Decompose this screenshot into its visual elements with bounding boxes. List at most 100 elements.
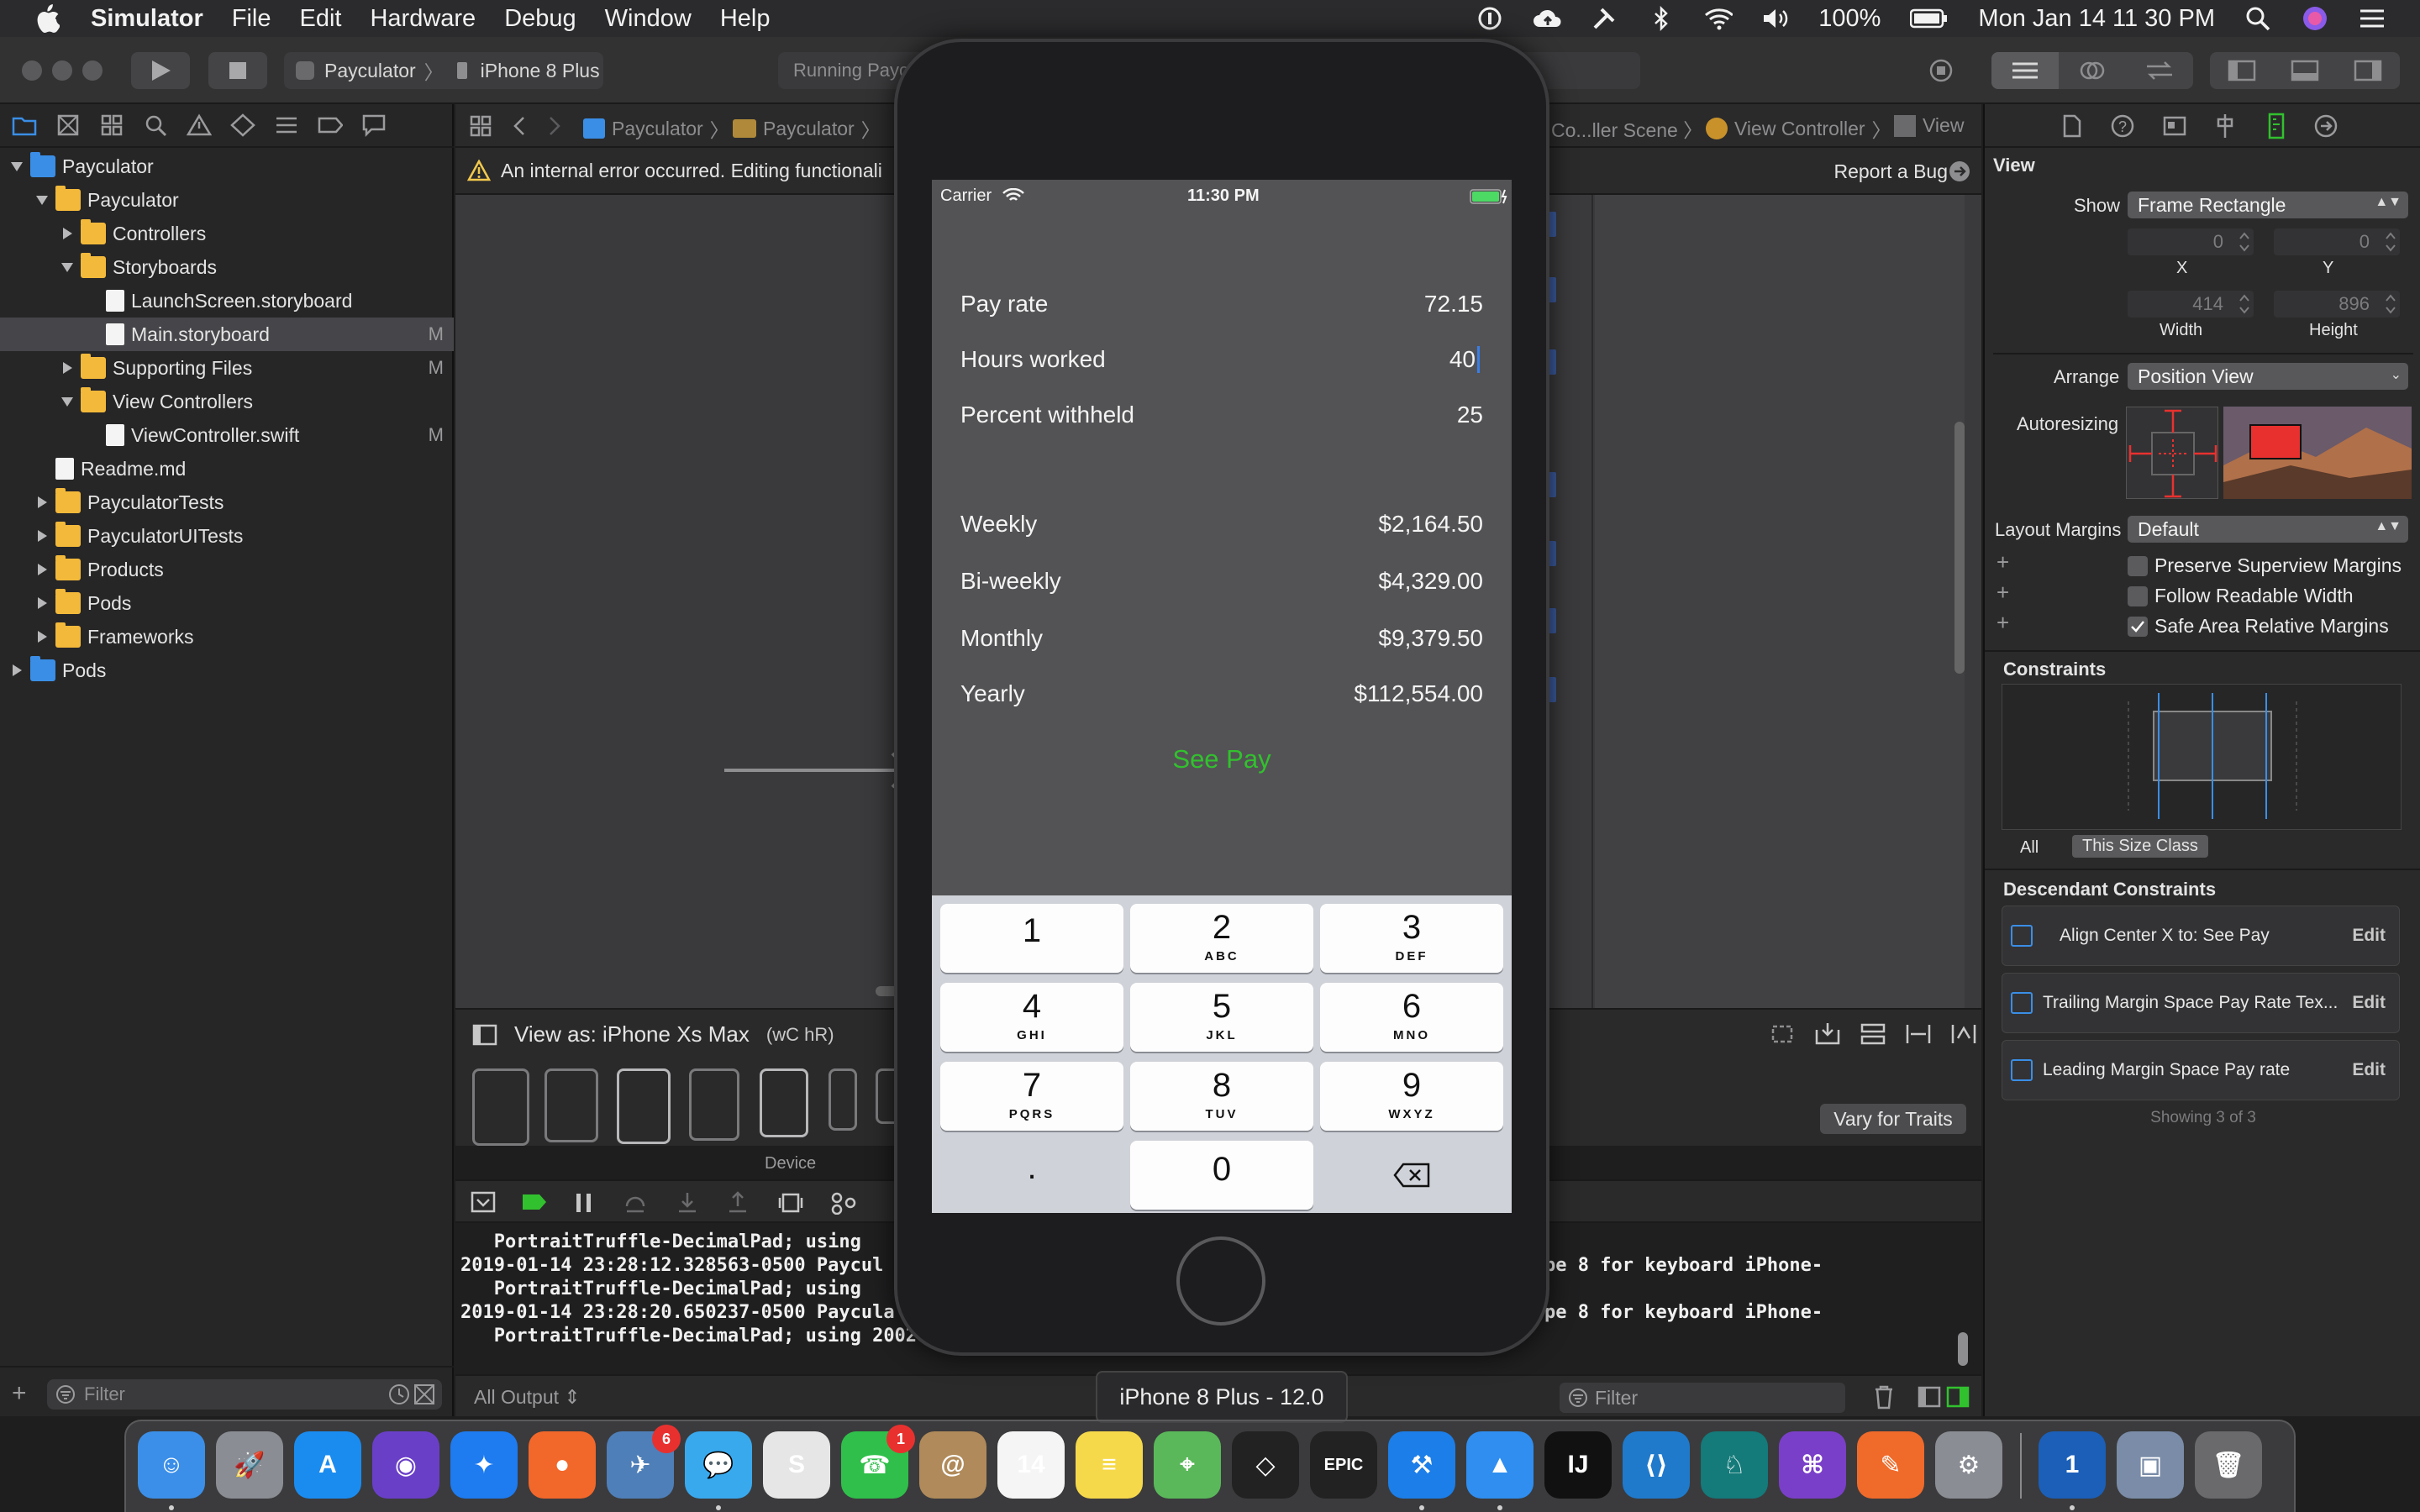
dock-facetime-icon[interactable]: ☎ 1 bbox=[841, 1425, 915, 1499]
view-debugger-icon[interactable] bbox=[778, 1191, 803, 1215]
menu-edit[interactable]: Edit bbox=[299, 5, 341, 33]
y-field[interactable]: 0 bbox=[2274, 228, 2400, 255]
height-stepper-icon[interactable] bbox=[2383, 292, 2398, 316]
tree-item[interactable]: Main.storyboard M bbox=[0, 318, 454, 351]
width-stepper-icon[interactable] bbox=[2237, 292, 2252, 316]
constraint-item[interactable]: Trailing Margin Space Pay Rate Tex... Ed… bbox=[2002, 973, 2400, 1033]
dock-intellij-icon[interactable]: IJ bbox=[1544, 1431, 1612, 1499]
tree-item[interactable]: Storyboards bbox=[0, 250, 454, 284]
show-console-icon[interactable] bbox=[1946, 1386, 1970, 1408]
output-selector[interactable]: All Output ⇕ bbox=[474, 1386, 581, 1409]
tree-item[interactable]: View Controllers bbox=[0, 385, 454, 418]
disclosure-collapsed-icon[interactable] bbox=[34, 628, 50, 645]
see-pay-button[interactable]: See Pay bbox=[932, 744, 1512, 774]
home-button[interactable] bbox=[1176, 1236, 1265, 1326]
hours-worked-field[interactable]: 40 bbox=[1449, 346, 1480, 373]
dock-scrivener-icon[interactable]: S bbox=[763, 1431, 830, 1499]
run-button[interactable] bbox=[131, 52, 190, 89]
x-stepper-icon[interactable] bbox=[2237, 230, 2252, 254]
dock-trash-icon[interactable]: 🗑 bbox=[2195, 1431, 2262, 1499]
jumpbar-item-view-controller[interactable]: View Controller 〉 bbox=[1706, 114, 1891, 143]
document-outline-icon[interactable] bbox=[472, 1024, 497, 1046]
volume-icon[interactable] bbox=[1761, 4, 1790, 33]
toggle-inspector-button[interactable] bbox=[2337, 60, 2400, 81]
dock-maps-icon[interactable]: ⌖ bbox=[1154, 1431, 1221, 1499]
vary-for-traits-button[interactable]: Vary for Traits bbox=[1820, 1104, 1966, 1134]
device-ipad-pro-11-button[interactable] bbox=[544, 1068, 598, 1142]
vertical-scrollbar[interactable] bbox=[1954, 422, 1965, 674]
dock-simulator-icon[interactable]: ▲ bbox=[1466, 1431, 1534, 1499]
constraint-item[interactable]: Align Center X to: See Pay Edit bbox=[2002, 906, 2400, 966]
folder-navigator-icon[interactable] bbox=[12, 113, 37, 138]
device-ipad-pro-12-button[interactable] bbox=[472, 1068, 529, 1146]
pay-rate-field[interactable]: 72.15 bbox=[1424, 291, 1483, 318]
disclosure-collapsed-icon[interactable] bbox=[8, 662, 25, 679]
console-scrollbar[interactable] bbox=[1958, 1332, 1968, 1366]
step-into-icon[interactable] bbox=[676, 1191, 699, 1215]
add-file-icon[interactable]: + bbox=[12, 1379, 27, 1408]
tree-item[interactable]: ViewController.swift M bbox=[0, 418, 454, 452]
trash-icon[interactable] bbox=[1872, 1384, 1896, 1410]
constraints-tab-all[interactable]: All bbox=[2020, 838, 2039, 858]
dock-app-store-icon[interactable]: A bbox=[294, 1431, 361, 1499]
x-field[interactable]: 0 bbox=[2128, 228, 2254, 255]
menu-help[interactable]: Help bbox=[720, 5, 771, 33]
symbol-navigator-icon[interactable] bbox=[99, 113, 124, 138]
minimize-window-button[interactable] bbox=[52, 60, 72, 81]
tree-item[interactable]: Pods bbox=[0, 654, 454, 687]
menu-hardware[interactable]: Hardware bbox=[370, 5, 476, 33]
dock-finder-icon[interactable]: ☺ bbox=[138, 1431, 205, 1499]
breakpoint-navigator-icon[interactable] bbox=[318, 113, 343, 138]
key-1[interactable]: 1 bbox=[940, 904, 1123, 973]
dock-vs-code-icon[interactable]: ⟨⟩ bbox=[1623, 1431, 1690, 1499]
align-icon[interactable] bbox=[1904, 1021, 1933, 1047]
key-9[interactable]: 9 WXYZ bbox=[1320, 1062, 1503, 1131]
tree-item[interactable]: Frameworks bbox=[0, 620, 454, 654]
wifi-icon[interactable] bbox=[1704, 4, 1733, 33]
connections-inspector-icon[interactable] bbox=[2314, 114, 2338, 138]
dock-sketch-tool-icon[interactable]: ✎ bbox=[1857, 1431, 1924, 1499]
memory-graph-icon[interactable] bbox=[830, 1191, 857, 1215]
arrow-circle-icon[interactable] bbox=[1948, 160, 1971, 183]
dock-firefox-icon[interactable]: ● bbox=[529, 1431, 596, 1499]
source-control-icon[interactable] bbox=[55, 113, 81, 138]
stop-button[interactable] bbox=[208, 52, 267, 89]
siri-menu-icon[interactable] bbox=[2301, 4, 2329, 33]
view-as-label[interactable]: View as: iPhone Xs Max bbox=[514, 1021, 750, 1047]
spotlight-search-icon[interactable] bbox=[2244, 4, 2272, 33]
autoresizing-mask-control[interactable] bbox=[2126, 407, 2218, 499]
dock-unity-icon[interactable]: ◇ bbox=[1232, 1431, 1299, 1499]
tree-item[interactable]: Supporting Files M bbox=[0, 351, 454, 385]
standard-editor-button[interactable] bbox=[1991, 52, 2059, 89]
identity-inspector-icon[interactable] bbox=[2163, 114, 2186, 138]
embed-in-icon[interactable] bbox=[1813, 1021, 1842, 1047]
forward-arrow-icon[interactable] bbox=[546, 116, 563, 136]
edit-constraint-button[interactable]: Edit bbox=[2352, 993, 2386, 1013]
menu-window[interactable]: Window bbox=[605, 5, 692, 33]
disclosure-expanded-icon[interactable] bbox=[8, 158, 25, 175]
show-popup[interactable]: Frame Rectangle ▲▼ bbox=[2128, 192, 2408, 218]
library-button[interactable] bbox=[1918, 52, 1965, 89]
dock-system-preferences-icon[interactable]: ⚙ bbox=[1935, 1431, 2002, 1499]
add-variation-icon[interactable]: + bbox=[1996, 610, 2009, 636]
assistant-editor-button[interactable] bbox=[2059, 58, 2126, 83]
dock-github-icon[interactable]: ⌘ bbox=[1779, 1431, 1846, 1499]
width-field[interactable]: 414 bbox=[2128, 291, 2254, 318]
simulator-screen[interactable]: Carrier 11:30 PM Pay rate 72.15 Hours wo… bbox=[932, 180, 1512, 1213]
tree-item[interactable]: LaunchScreen.storyboard bbox=[0, 284, 454, 318]
tree-item[interactable]: Readme.md bbox=[0, 452, 454, 486]
jumpbar-item-folder[interactable]: Payculator 〉 bbox=[733, 114, 881, 143]
attributes-inspector-icon[interactable] bbox=[2213, 113, 2237, 139]
layout-margins-popup[interactable]: Default ▲▼ bbox=[2128, 516, 2408, 543]
device-ipad-9-button[interactable] bbox=[689, 1068, 739, 1141]
file-inspector-icon[interactable] bbox=[2062, 114, 2082, 138]
jumpbar-item-scene[interactable]: Co...ller Scene 〉 bbox=[1551, 114, 1702, 143]
tree-item[interactable]: Payculator bbox=[0, 183, 454, 217]
key-decimal[interactable]: . bbox=[940, 1141, 1123, 1210]
back-arrow-icon[interactable] bbox=[511, 116, 528, 136]
breakpoints-toggle-icon[interactable] bbox=[521, 1193, 548, 1211]
tree-item[interactable]: PayculatorUITests bbox=[0, 519, 454, 553]
help-inspector-icon[interactable]: ? bbox=[2111, 114, 2134, 138]
tree-item[interactable]: Products bbox=[0, 553, 454, 586]
dock-messages-icon[interactable]: 💬 bbox=[685, 1431, 752, 1499]
